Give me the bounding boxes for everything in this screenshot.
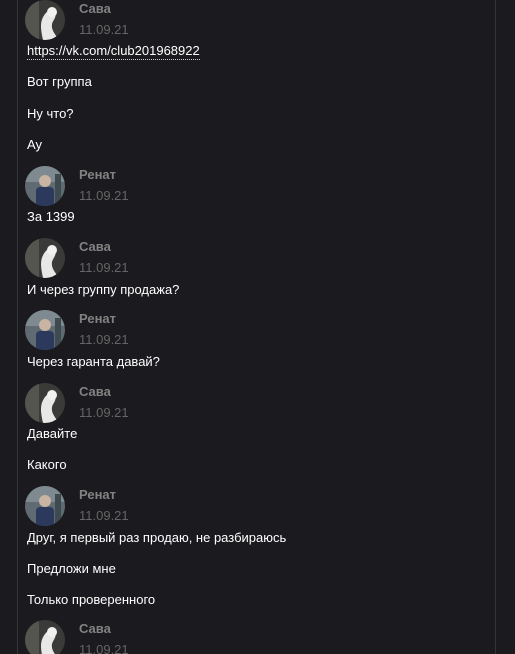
avatar-renat[interactable]: [25, 310, 65, 350]
message-date: 11.09.21: [79, 405, 129, 420]
message-text: Только проверенного: [27, 592, 156, 607]
avatar-renat[interactable]: [25, 486, 65, 526]
message-text: Друг, я первый раз продаю, не разбираюсь: [27, 530, 287, 545]
message-date: 11.09.21: [79, 508, 129, 523]
message-text: Ну что?: [27, 106, 74, 121]
avatar-sava[interactable]: [25, 0, 65, 40]
message-author[interactable]: Ренат: [79, 487, 116, 503]
message-text: https://vk.com/club201968922: [27, 43, 200, 60]
message-text: За 1399: [27, 209, 75, 224]
message-text: Вот группа: [27, 74, 92, 89]
chat-history: Сава 11.09.21 https://vk.com/club2019689…: [0, 0, 515, 654]
message-text: Предложи мне: [27, 561, 116, 576]
message-date: 11.09.21: [79, 332, 129, 347]
avatar-renat[interactable]: [25, 166, 65, 206]
chat-right-border: [495, 0, 496, 654]
message-date: 11.09.21: [79, 642, 129, 654]
message-author[interactable]: Сава: [79, 239, 111, 255]
message-text: И через группу продажа?: [27, 282, 180, 297]
message-text: Через гаранта давай?: [27, 354, 160, 369]
avatar-sava[interactable]: [25, 620, 65, 654]
message-date: 11.09.21: [79, 22, 129, 37]
message-author[interactable]: Сава: [79, 621, 111, 637]
message-link[interactable]: https://vk.com/club201968922: [27, 43, 200, 60]
message-text: Ау: [27, 137, 43, 152]
chat-left-border: [17, 0, 18, 654]
message-author[interactable]: Ренат: [79, 167, 116, 183]
message-text: Какого: [27, 457, 67, 472]
message-date: 11.09.21: [79, 260, 129, 275]
message-author[interactable]: Ренат: [79, 311, 116, 327]
avatar-sava[interactable]: [25, 383, 65, 423]
message-date: 11.09.21: [79, 188, 129, 203]
message-author[interactable]: Сава: [79, 1, 111, 17]
message-text: Давайте: [27, 426, 78, 441]
avatar-sava[interactable]: [25, 238, 65, 278]
message-author[interactable]: Сава: [79, 384, 111, 400]
